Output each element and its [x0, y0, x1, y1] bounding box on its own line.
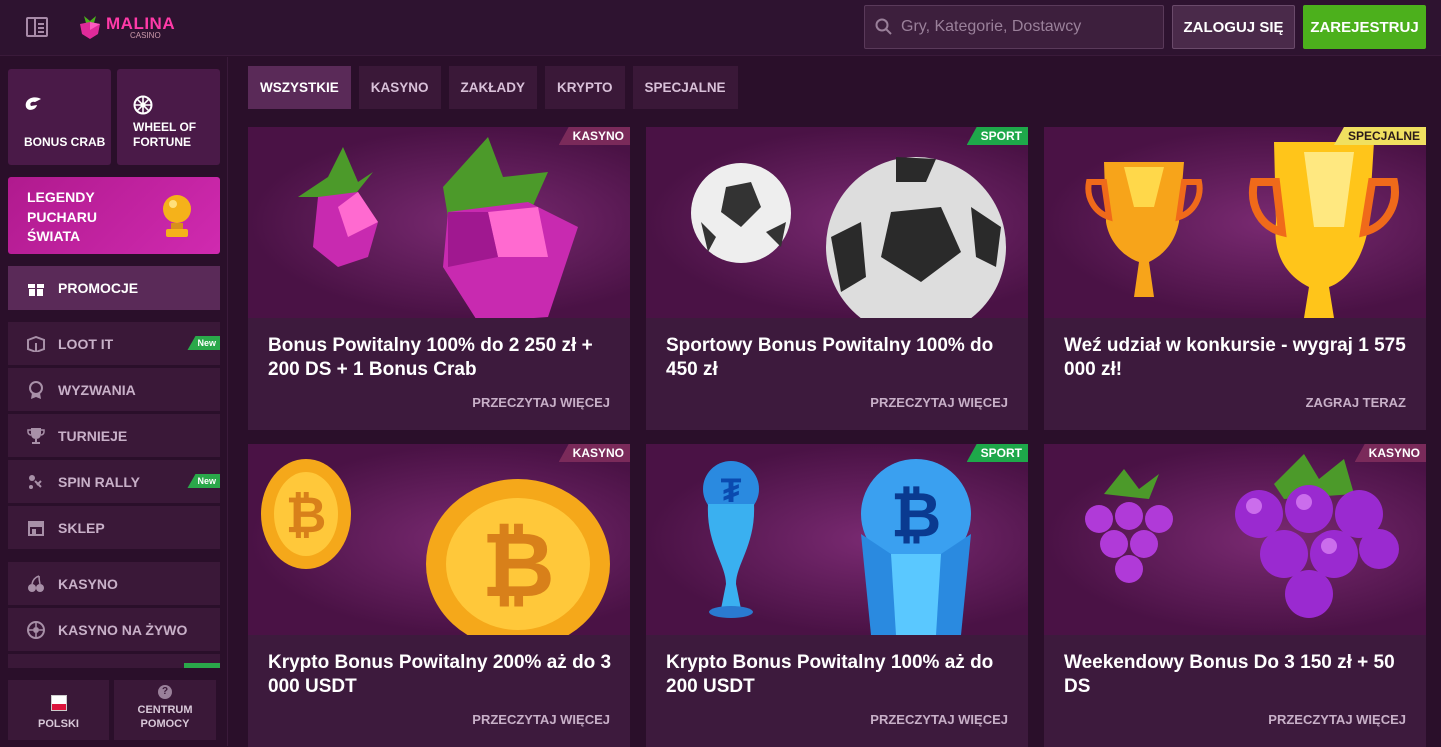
- promo-card[interactable]: ₮ ₿ SPORT Krypto Bonus Powitalny 100% aż…: [646, 444, 1028, 747]
- category-badge: SPORT: [966, 444, 1028, 462]
- sidebar-item-label: PROMOCJE: [58, 280, 139, 296]
- category-badge: KASYNO: [558, 444, 630, 462]
- promo-card[interactable]: SPECJALNE Weź udział w konkursie - wygra…: [1044, 127, 1426, 430]
- new-badge: [184, 663, 220, 668]
- tab-specjalne[interactable]: SPECJALNE: [632, 66, 738, 109]
- sidebar-item-kasyno[interactable]: KASYNO: [8, 562, 220, 605]
- search-box[interactable]: [864, 5, 1164, 49]
- category-badge: SPORT: [966, 127, 1028, 145]
- promo-title: Bonus Powitalny 100% do 2 250 zł + 200 D…: [268, 335, 593, 380]
- svg-text:₿: ₿: [891, 481, 942, 550]
- shop-icon: [26, 518, 46, 538]
- raspberry-logo-icon: [76, 14, 104, 40]
- logo[interactable]: MALINA CASINO: [76, 10, 175, 44]
- sidebar-item-loot-it[interactable]: LOOT IT New: [8, 322, 220, 365]
- promo-card[interactable]: SPORT Sportowy Bonus Powitalny 100% do 4…: [646, 127, 1028, 430]
- logo-subtext: CASINO: [130, 30, 161, 40]
- sidebar-item-label: KASYNO: [58, 575, 118, 592]
- tab-wszystkie[interactable]: WSZYSTKIE: [248, 66, 351, 109]
- sidebar: BONUS CRAB WHEEL OF FORTUNE LEGENDY PUCH…: [0, 57, 228, 746]
- sidebar-item-sklep[interactable]: SKLEP: [8, 506, 220, 549]
- register-button[interactable]: ZAREJESTRUJ: [1303, 5, 1426, 49]
- promo-title: Weekendowy Bonus Do 3 150 zł + 50 DS: [1064, 652, 1395, 697]
- golden-ball-trophy-icon: [160, 193, 194, 239]
- sidebar-item-kasyno-na-zywo[interactable]: KASYNO NA ŻYWO: [8, 608, 220, 651]
- promo-tabs: WSZYSTKIE KASYNO ZAKŁADY KRYPTO SPECJALN…: [248, 66, 738, 109]
- football-image: [646, 127, 1028, 318]
- category-badge: SPECJALNE: [1333, 127, 1426, 145]
- sidebar-item-turnieje[interactable]: TURNIEJE: [8, 414, 220, 457]
- tab-kasyno[interactable]: KASYNO: [358, 66, 441, 109]
- sidebar-item-partial[interactable]: [8, 654, 220, 668]
- promo-title: Krypto Bonus Powitalny 200% aż do 3 000 …: [268, 652, 612, 697]
- trophy-image: [1044, 127, 1426, 318]
- tab-krypto[interactable]: KRYPTO: [545, 66, 625, 109]
- sidebar-item-spin-rally[interactable]: SPIN RALLY New: [8, 460, 220, 503]
- world-cup-legends-banner[interactable]: LEGENDY PUCHARU ŚWIATA: [8, 177, 220, 254]
- logo-text: MALINA: [106, 13, 176, 33]
- promo-title: Krypto Bonus Powitalny 100% aż do 200 US…: [666, 652, 994, 697]
- sidebar-item-label: LOOT IT: [58, 335, 114, 352]
- tile-label: WHEEL OF FORTUNE: [133, 120, 197, 149]
- raspberry-image: [248, 127, 630, 318]
- tab-zaklady[interactable]: ZAKŁADY: [448, 66, 538, 109]
- trophy-icon: [26, 426, 46, 446]
- roulette-icon: [26, 620, 46, 640]
- new-badge: New: [187, 336, 220, 350]
- sidebar-item-label: TURNIEJE: [58, 427, 128, 444]
- svg-text:₿: ₿: [286, 487, 327, 543]
- sidebar-item-label: SPIN RALLY: [58, 473, 140, 490]
- category-badge: KASYNO: [1354, 444, 1426, 462]
- help-center-button[interactable]: ? CENTRUM POMOCY: [114, 680, 216, 740]
- crab-claw-icon: [24, 95, 44, 113]
- read-more-link[interactable]: PRZECZYTAJ WIĘCEJ: [472, 395, 610, 410]
- top-header: MALINA CASINO ZALOGUJ SIĘ ZAREJESTRUJ: [0, 0, 1441, 56]
- promo-card[interactable]: KASYNO Bonus Powitalny 100% do 2 250 zł …: [248, 127, 630, 430]
- help-label: CENTRUM POMOCY: [137, 704, 193, 730]
- search-input[interactable]: [901, 18, 1151, 36]
- wheel-of-fortune-tile[interactable]: WHEEL OF FORTUNE: [117, 69, 220, 165]
- crypto-trophy-image: ₮ ₿: [646, 444, 1028, 635]
- new-badge: New: [187, 474, 220, 488]
- category-badge: KASYNO: [558, 127, 630, 145]
- read-more-link[interactable]: PRZECZYTAJ WIĘCEJ: [870, 712, 1008, 727]
- promo-title: Weź udział w konkursie - wygraj 1 575 00…: [1064, 335, 1406, 380]
- sidebar-item-label: SKLEP: [58, 519, 105, 536]
- medal-icon: [26, 380, 46, 400]
- language-button[interactable]: POLSKI: [8, 680, 109, 740]
- sidebar-toggle-icon[interactable]: [26, 17, 48, 37]
- read-more-link[interactable]: PRZECZYTAJ WIĘCEJ: [1268, 712, 1406, 727]
- sidebar-item-label: KASYNO NA ŻYWO: [58, 621, 188, 638]
- grapes-image: [1044, 444, 1426, 635]
- read-more-link[interactable]: PRZECZYTAJ WIĘCEJ: [472, 712, 610, 727]
- box-icon: [26, 334, 46, 354]
- promo-title: Sportowy Bonus Powitalny 100% do 450 zł: [666, 335, 994, 380]
- wheel-icon: [133, 95, 153, 115]
- rally-icon: [26, 472, 46, 492]
- bitcoin-coin-image: ₿ ₿: [248, 444, 630, 635]
- promo-card[interactable]: ₿ ₿ KASYNO Krypto Bonus Powitalny 200% a…: [248, 444, 630, 747]
- tile-label: BONUS CRAB: [24, 135, 106, 149]
- sidebar-item-wyzwania[interactable]: WYZWANIA: [8, 368, 220, 411]
- banner-label: LEGENDY PUCHARU ŚWIATA: [27, 189, 97, 244]
- promo-card[interactable]: KASYNO Weekendowy Bonus Do 3 150 zł + 50…: [1044, 444, 1426, 747]
- poland-flag-icon: [50, 695, 67, 711]
- read-more-link[interactable]: PRZECZYTAJ WIĘCEJ: [870, 395, 1008, 410]
- sidebar-item-promocje[interactable]: PROMOCJE: [8, 266, 220, 310]
- play-now-link[interactable]: ZAGRAJ TERAZ: [1306, 395, 1406, 410]
- search-icon: [875, 18, 892, 35]
- sidebar-item-label: WYZWANIA: [58, 381, 136, 398]
- gift-icon: [26, 278, 46, 298]
- bonus-crab-tile[interactable]: BONUS CRAB: [8, 69, 111, 165]
- svg-text:₿: ₿: [481, 516, 554, 616]
- login-button[interactable]: ZALOGUJ SIĘ: [1172, 5, 1295, 49]
- language-label: POLSKI: [38, 718, 79, 730]
- cherries-icon: [26, 574, 46, 594]
- help-icon: ?: [158, 685, 172, 699]
